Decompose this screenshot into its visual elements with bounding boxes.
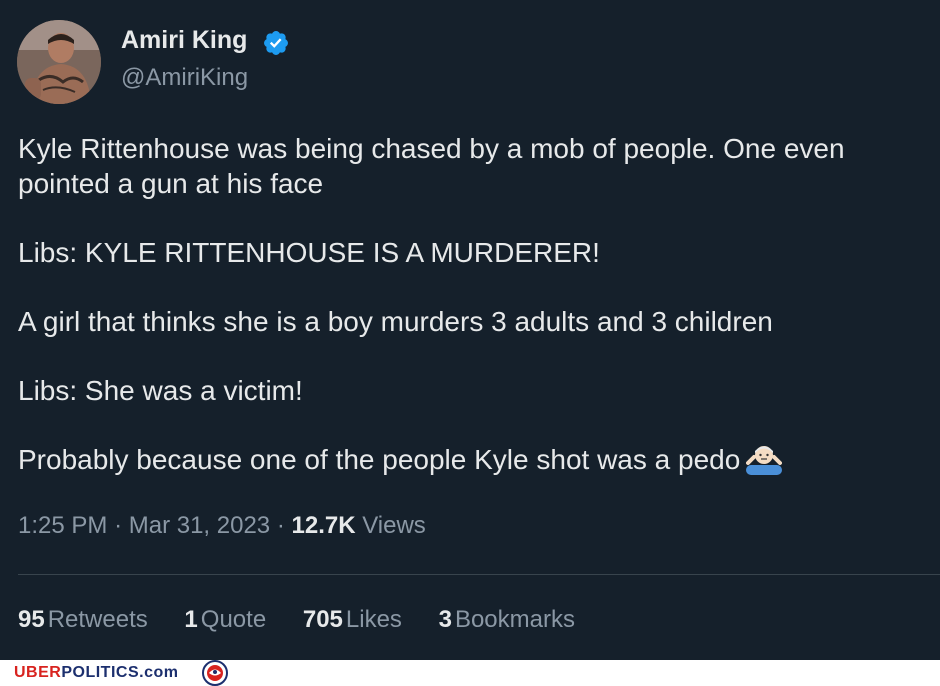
profile-photo (17, 20, 101, 104)
likes-count: 705 (302, 606, 343, 633)
retweets-stat[interactable]: 95 Retweets (18, 606, 148, 634)
tweet-meta: 1:25 PM · Mar 31, 2023 · 12.7K Views (18, 512, 426, 540)
watermark-strip: UBERPOLITICS.com (0, 660, 940, 686)
tweet-date[interactable]: Mar 31, 2023 (129, 512, 270, 539)
eagle-seal-logo (202, 660, 228, 686)
bookmarks-label: Bookmarks (454, 606, 575, 633)
watermark-part1: UBER (14, 664, 62, 681)
watermark-part2: POLITICS (61, 664, 140, 681)
tweet-paragraph: Libs: KYLE RITTENHOUSE IS A MURDERER! (18, 237, 600, 268)
author-display-name[interactable]: Amiri King (121, 26, 247, 55)
views-label: Views (362, 512, 426, 539)
bookmarks-count: 3 (438, 606, 452, 633)
tweet-card: Amiri King @AmiriKing Kyle Rittenhouse w… (0, 0, 940, 660)
tweet-text: Kyle Rittenhouse was being chased by a m… (18, 131, 928, 483)
watermark-text: UBERPOLITICS.com (14, 664, 178, 682)
person-shrugging-emoji (746, 443, 783, 483)
bookmarks-stat[interactable]: 3 Bookmarks (439, 606, 575, 634)
retweets-count: 95 (18, 606, 45, 633)
likes-label: Likes (345, 606, 402, 633)
quotes-label: Quote (200, 606, 267, 633)
tweet-time[interactable]: 1:25 PM (18, 512, 107, 539)
watermark-part3: .com (139, 664, 179, 681)
tweet-paragraph: Kyle Rittenhouse was being chased by a m… (18, 133, 845, 199)
meta-separator: · (114, 512, 123, 539)
author-handle[interactable]: @AmiriKing (121, 64, 248, 92)
quotes-stat[interactable]: 1 Quote (184, 606, 266, 634)
meta-separator: · (276, 512, 285, 539)
likes-stat[interactable]: 705 Likes (303, 606, 402, 634)
verified-badge-icon[interactable] (262, 29, 290, 57)
tweet-paragraph: Libs: She was a victim! (18, 375, 303, 406)
views-count: 12.7K (291, 512, 356, 539)
tweet-paragraph-last: Probably because one of the people Kyle … (18, 442, 928, 483)
tweet-stats: 95 Retweets 1 Quote 705 Likes 3 Bookmarks (18, 606, 605, 634)
quotes-count: 1 (184, 606, 198, 633)
retweets-label: Retweets (47, 606, 148, 633)
tweet-paragraph: A girl that thinks she is a boy murders … (18, 306, 773, 337)
divider (18, 574, 940, 575)
tweet-paragraph-text: Probably because one of the people Kyle … (18, 444, 741, 475)
avatar[interactable] (17, 20, 101, 104)
